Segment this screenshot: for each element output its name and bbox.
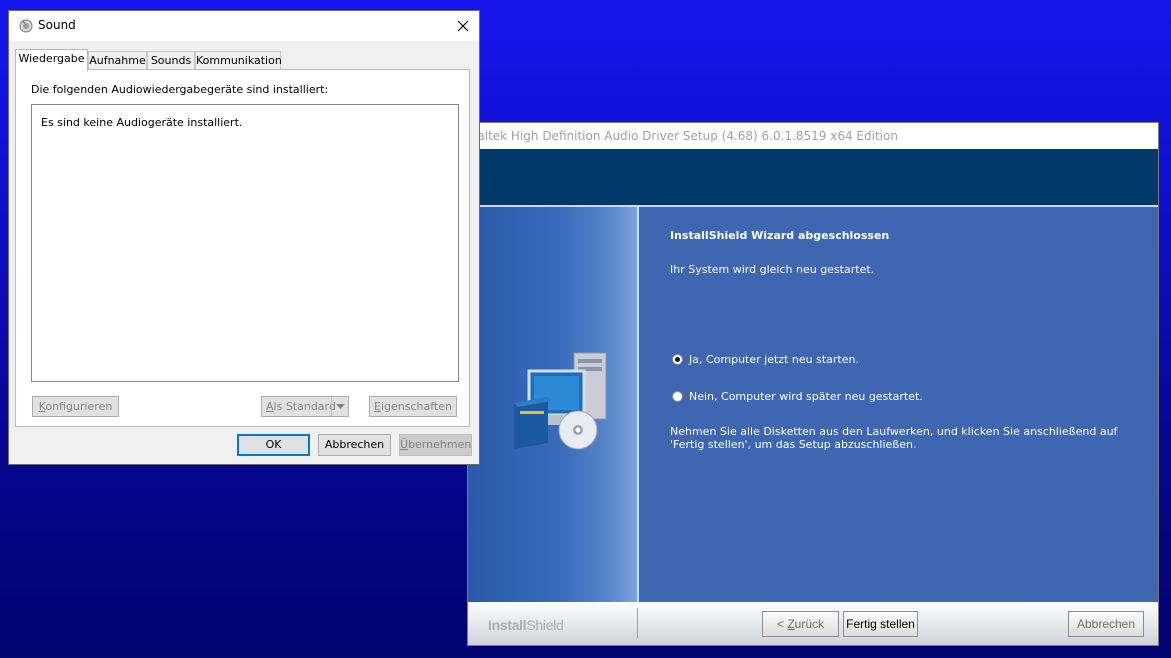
computer-cd-icon: [514, 352, 607, 450]
apply-mnemonic: Ü: [400, 438, 409, 451]
properties-button[interactable]: Eigenschaften: [369, 396, 457, 417]
wizard-instructions: Nehmen Sie alle Disketten aus den Laufwe…: [670, 425, 1118, 451]
properties-rest: igenschaften: [380, 400, 452, 413]
tab-wiedergabe[interactable]: Wiedergabe: [15, 49, 88, 71]
radio-restart-now[interactable]: Ja, Computer jetzt neu starten.: [672, 353, 859, 366]
tab-kommunikation[interactable]: Kommunikation: [195, 51, 282, 69]
dropdown-arrow-icon[interactable]: [331, 397, 348, 416]
back-prefix: <: [776, 617, 788, 631]
installshield-header-band: [468, 149, 1158, 205]
configure-rest: onfigurieren: [45, 400, 113, 413]
wizard-heading: InstallShield Wizard abgeschlossen: [670, 229, 890, 242]
sound-titlebar: Sound: [9, 11, 479, 41]
installshield-logo: InstallShield: [488, 617, 564, 633]
speaker-icon: [19, 19, 33, 33]
device-list[interactable]: Es sind keine Audiogeräte installiert.: [31, 104, 459, 382]
installshield-window: ealtek High Definition Audio Driver Setu…: [468, 123, 1158, 645]
cancel-button[interactable]: Abbrechen: [318, 434, 391, 456]
footer-divider: [637, 608, 638, 638]
radio-restart-now-label: Ja, Computer jetzt neu starten.: [689, 353, 859, 366]
close-button[interactable]: [447, 11, 479, 41]
apply-rest: bernehmen: [408, 438, 472, 451]
cancel-button[interactable]: Abbrechen: [1068, 611, 1144, 637]
set-default-rest: ls Standard: [273, 400, 336, 413]
logo-install: Install: [488, 617, 527, 633]
radio-restart-later-label: Nein, Computer wird später neu gestartet…: [689, 390, 923, 403]
wizard-footer: InstallShield < Zurück Fertig stellen Ab…: [468, 602, 1158, 645]
wizard-side-panel: [468, 207, 637, 602]
back-rest: urück: [794, 617, 825, 631]
installshield-title: ealtek High Definition Audio Driver Setu…: [468, 123, 1158, 149]
devices-caption: Die folgenden Audiowiedergabegeräte sind…: [31, 83, 329, 96]
set-default-button[interactable]: Als Standard: [261, 396, 349, 417]
radio-button-unchecked[interactable]: [672, 391, 683, 402]
apply-button[interactable]: Übernehmen: [399, 434, 472, 456]
sound-title: Sound: [38, 18, 76, 32]
finish-button[interactable]: Fertig stellen: [843, 611, 918, 637]
set-default-mnemonic: A: [266, 400, 274, 413]
back-mnemonic: Z: [787, 617, 795, 631]
tab-aufnahme[interactable]: Aufnahme: [88, 51, 147, 69]
ok-button[interactable]: OK: [237, 434, 310, 456]
wizard-content: InstallShield Wizard abgeschlossen Ihr S…: [639, 207, 1158, 602]
radio-button-checked[interactable]: [672, 354, 683, 365]
logo-shield: Shield: [526, 617, 564, 633]
configure-button[interactable]: Konfigurieren: [32, 396, 119, 417]
radio-restart-later[interactable]: Nein, Computer wird später neu gestartet…: [672, 390, 923, 403]
tab-sounds[interactable]: Sounds: [147, 51, 195, 69]
empty-message: Es sind keine Audiogeräte installiert.: [41, 116, 243, 129]
properties-mnemonic: E: [374, 400, 381, 413]
back-button[interactable]: < Zurück: [762, 611, 839, 637]
sound-dialog: Sound Wiedergabe Aufnahme Sounds Kommuni…: [9, 11, 479, 464]
tab-page: Die folgenden Audiowiedergabegeräte sind…: [15, 69, 470, 427]
close-icon: [457, 20, 469, 32]
chevron-down-icon: [335, 403, 345, 409]
wizard-subtitle: Ihr System wird gleich neu gestartet.: [670, 263, 875, 276]
